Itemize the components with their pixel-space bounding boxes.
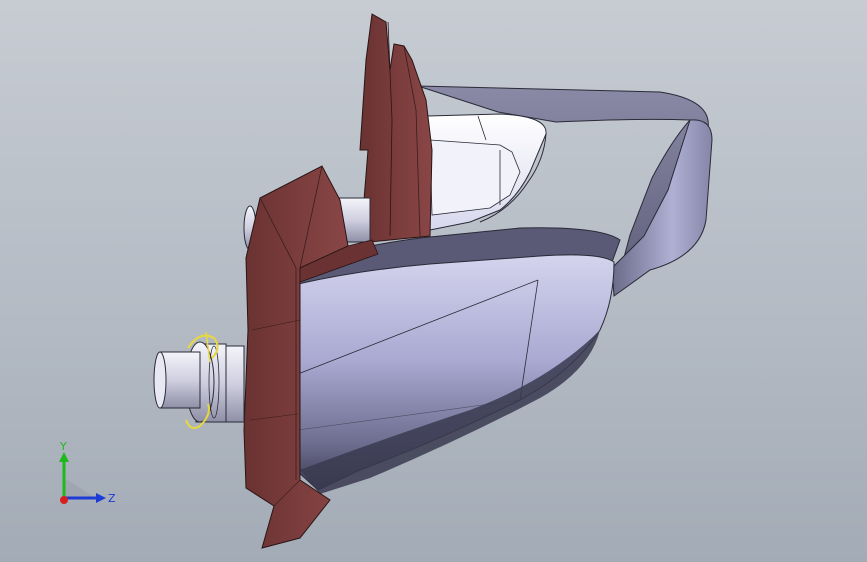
front-connector-nozzle — [153, 331, 245, 429]
triad-z-arrow-icon — [96, 493, 106, 503]
rear-flange-tall — [359, 13, 433, 243]
triad-y-arrow-icon — [59, 452, 69, 462]
bowl-front-body — [295, 254, 615, 494]
3d-model-view[interactable] — [0, 0, 867, 562]
bowl-inner-cavity — [427, 113, 547, 231]
triad-x-axis-icon — [60, 496, 68, 504]
triad-plane-icon — [64, 478, 96, 498]
orientation-triad: Y Z — [59, 440, 116, 505]
triad-y-label: Y — [59, 440, 67, 453]
triad-z-label: Z — [108, 492, 116, 505]
graphics-viewport[interactable]: Y Z — [0, 0, 867, 562]
